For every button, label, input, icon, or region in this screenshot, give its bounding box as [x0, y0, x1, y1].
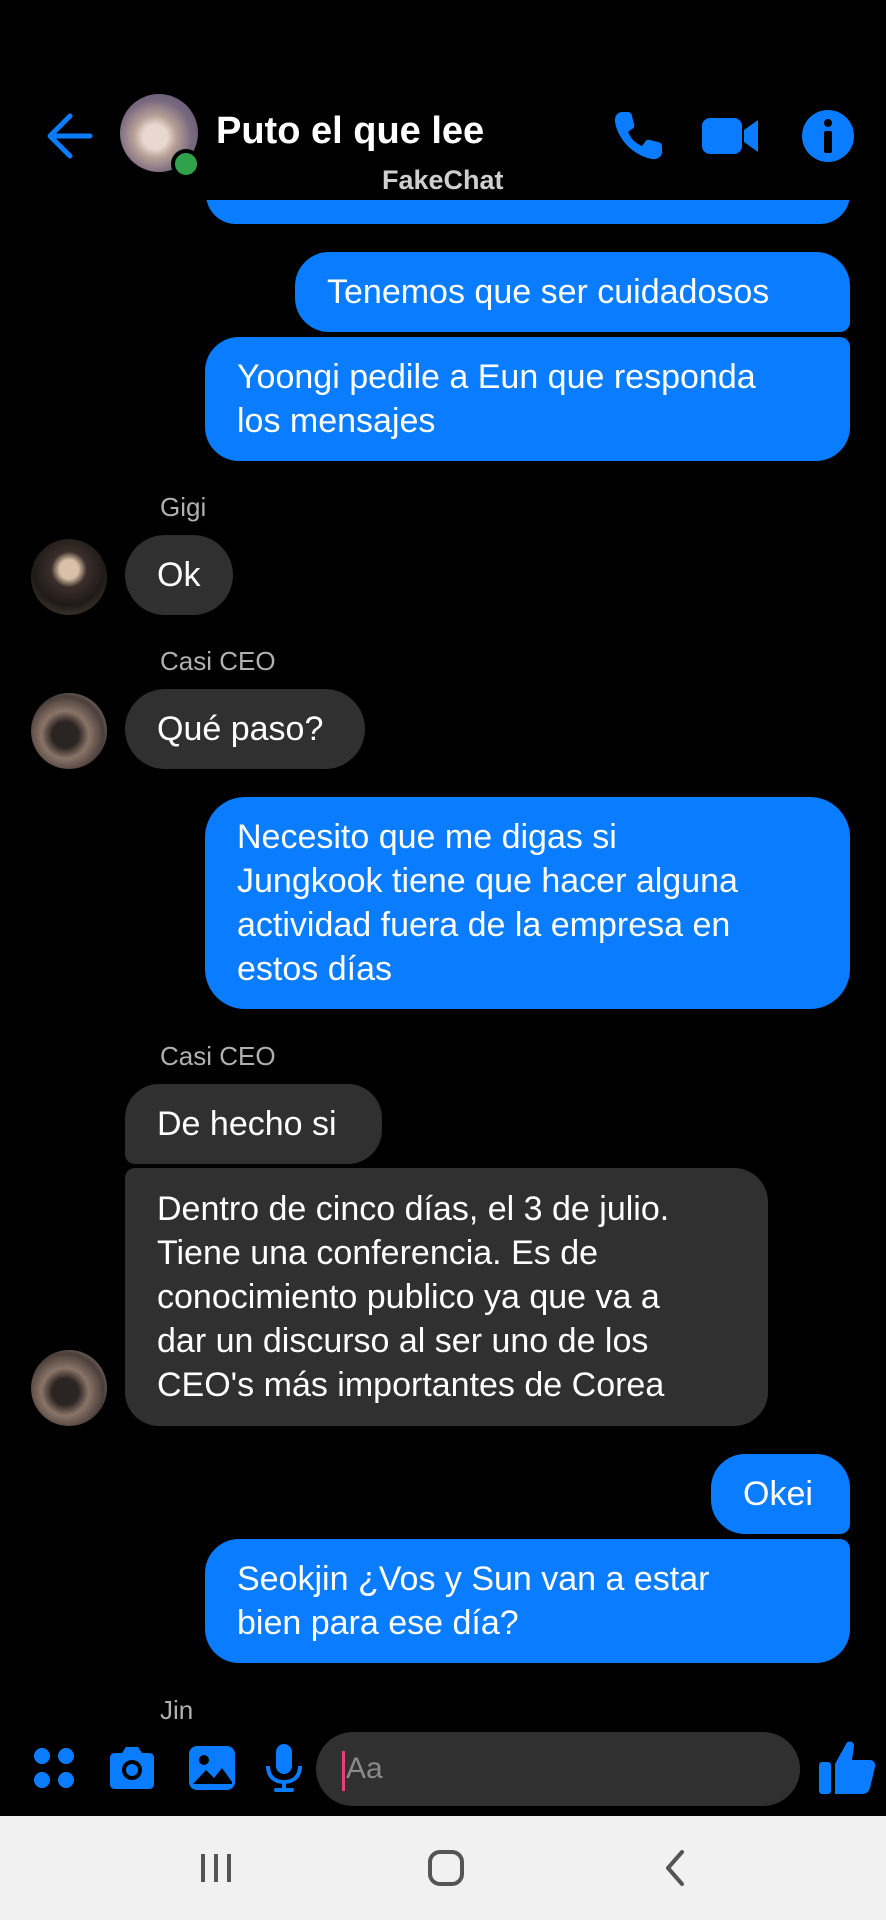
info-icon[interactable]: [798, 106, 858, 166]
system-nav-bar: [0, 1816, 886, 1920]
microphone-icon[interactable]: [256, 1740, 312, 1796]
video-call-icon[interactable]: [700, 106, 760, 166]
sender-name: Casi CEO: [160, 646, 276, 676]
message-input[interactable]: [316, 1732, 800, 1806]
like-icon[interactable]: [816, 1736, 878, 1798]
sender-name: Gigi: [160, 492, 207, 522]
menu-icon[interactable]: [26, 1740, 82, 1796]
message-list[interactable]: Tenemos que ser cuidadosos Yoongi pedile…: [0, 0, 886, 1720]
chat-title[interactable]: Puto el que lee: [216, 110, 484, 153]
avatar-gigi[interactable]: [31, 539, 107, 615]
message-bubble-out[interactable]: Tenemos que ser cuidadosos: [295, 252, 850, 332]
message-bubble-in[interactable]: Ok: [125, 535, 233, 615]
message-bubble-out[interactable]: Necesito que me digas si Jungkook tiene …: [205, 797, 850, 1009]
message-bubble-out[interactable]: Seokjin ¿Vos y Sun van a estar bien para…: [205, 1539, 850, 1663]
online-status-dot: [171, 149, 201, 179]
message-bubble-out[interactable]: Yoongi pedile a Eun que responda los men…: [205, 337, 850, 461]
app-watermark: FakeChat: [382, 165, 504, 195]
home-icon[interactable]: [426, 1848, 466, 1888]
text-caret: [342, 1751, 345, 1791]
message-bubble-in[interactable]: De hecho si: [125, 1084, 382, 1164]
sender-name: Jin: [160, 1695, 194, 1720]
chat-header: Puto el que lee FakeChat: [0, 0, 886, 200]
avatar-casi-ceo[interactable]: [31, 693, 107, 769]
message-bubble-out[interactable]: Okei: [711, 1454, 850, 1534]
message-bubble-in[interactable]: Qué paso?: [125, 689, 365, 769]
back-arrow-icon[interactable]: [40, 108, 96, 164]
message-input-placeholder: Aa: [346, 1752, 383, 1785]
avatar-casi-ceo[interactable]: [31, 1350, 107, 1426]
back-icon[interactable]: [656, 1848, 696, 1888]
phone-icon[interactable]: [608, 106, 668, 166]
recent-apps-icon[interactable]: [196, 1848, 236, 1888]
message-bubble-in[interactable]: Dentro de cinco días, el 3 de julio. Tie…: [125, 1168, 768, 1426]
camera-icon[interactable]: [104, 1740, 160, 1796]
sender-name: Casi CEO: [160, 1041, 276, 1071]
image-icon[interactable]: [184, 1740, 240, 1796]
